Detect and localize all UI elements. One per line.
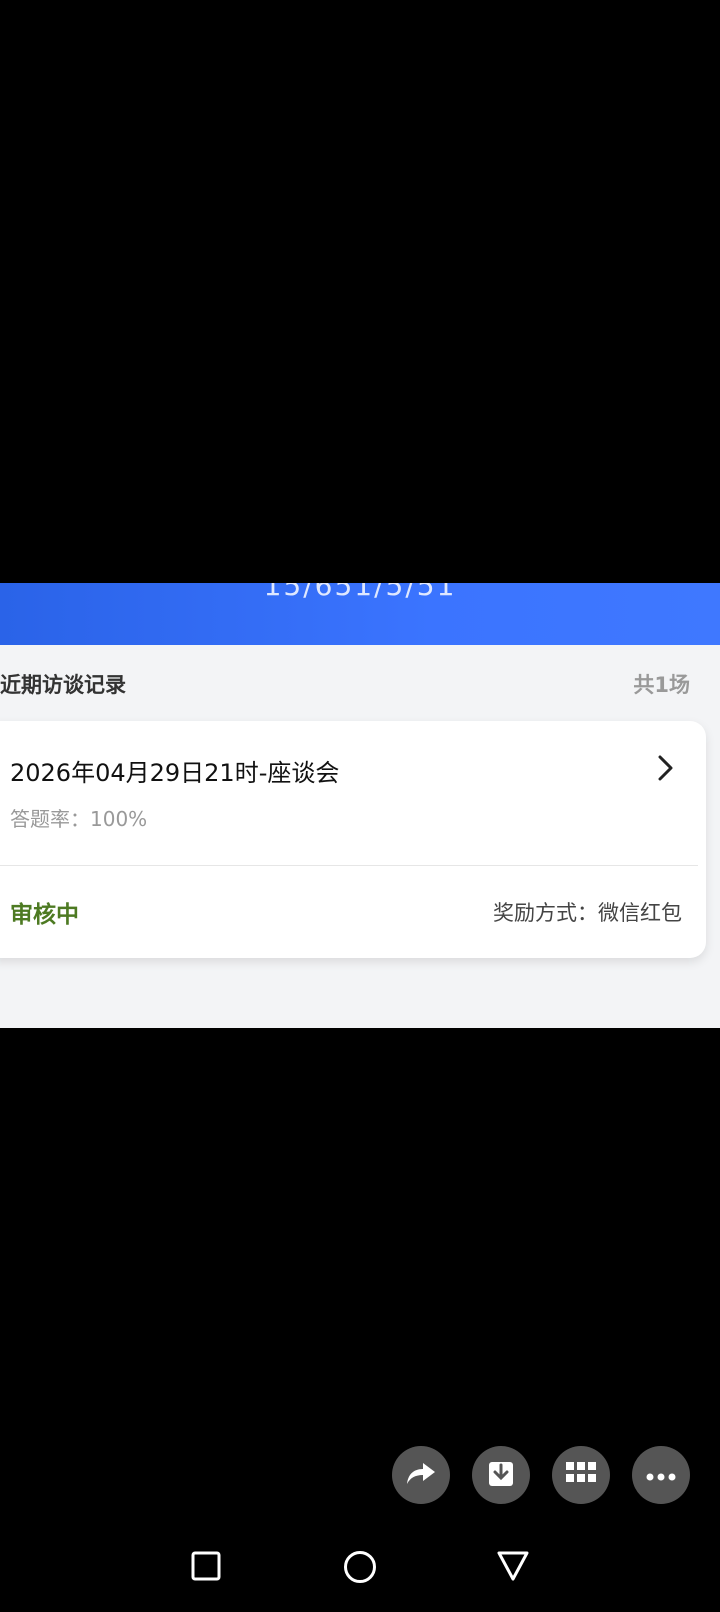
header-partial-text: 15/651/5/51 (263, 583, 457, 602)
back-icon[interactable] (496, 1550, 530, 1586)
more-button[interactable] (632, 1446, 690, 1504)
status-badge: 审核中 (10, 902, 79, 928)
download-button[interactable] (472, 1446, 530, 1504)
answer-rate: 答题率：100% (10, 807, 148, 831)
section-count: 共1场 (633, 673, 690, 697)
section-title: 近期访谈记录 (0, 673, 126, 697)
divider (0, 865, 698, 866)
more-icon (646, 1466, 676, 1485)
header-banner: 15/651/5/51 (0, 583, 720, 645)
chevron-right-icon[interactable] (656, 754, 676, 788)
card-title: 2026年04月29日21时-座谈会 (10, 759, 340, 787)
share-icon (405, 1459, 437, 1491)
interview-record-card[interactable]: 2026年04月29日21时-座谈会 答题率：100% 审核中 奖励方式：微信红… (0, 721, 706, 958)
grid-button[interactable] (552, 1446, 610, 1504)
recents-icon[interactable] (190, 1550, 222, 1586)
share-button[interactable] (392, 1446, 450, 1504)
screenshot-preview: 15/651/5/51 近期访谈记录 共1场 2026年04月29日21时-座谈… (0, 583, 720, 1028)
home-icon[interactable] (343, 1550, 377, 1588)
grid-icon (566, 1462, 596, 1488)
reward-method: 奖励方式：微信红包 (493, 901, 682, 925)
download-icon (487, 1458, 515, 1492)
